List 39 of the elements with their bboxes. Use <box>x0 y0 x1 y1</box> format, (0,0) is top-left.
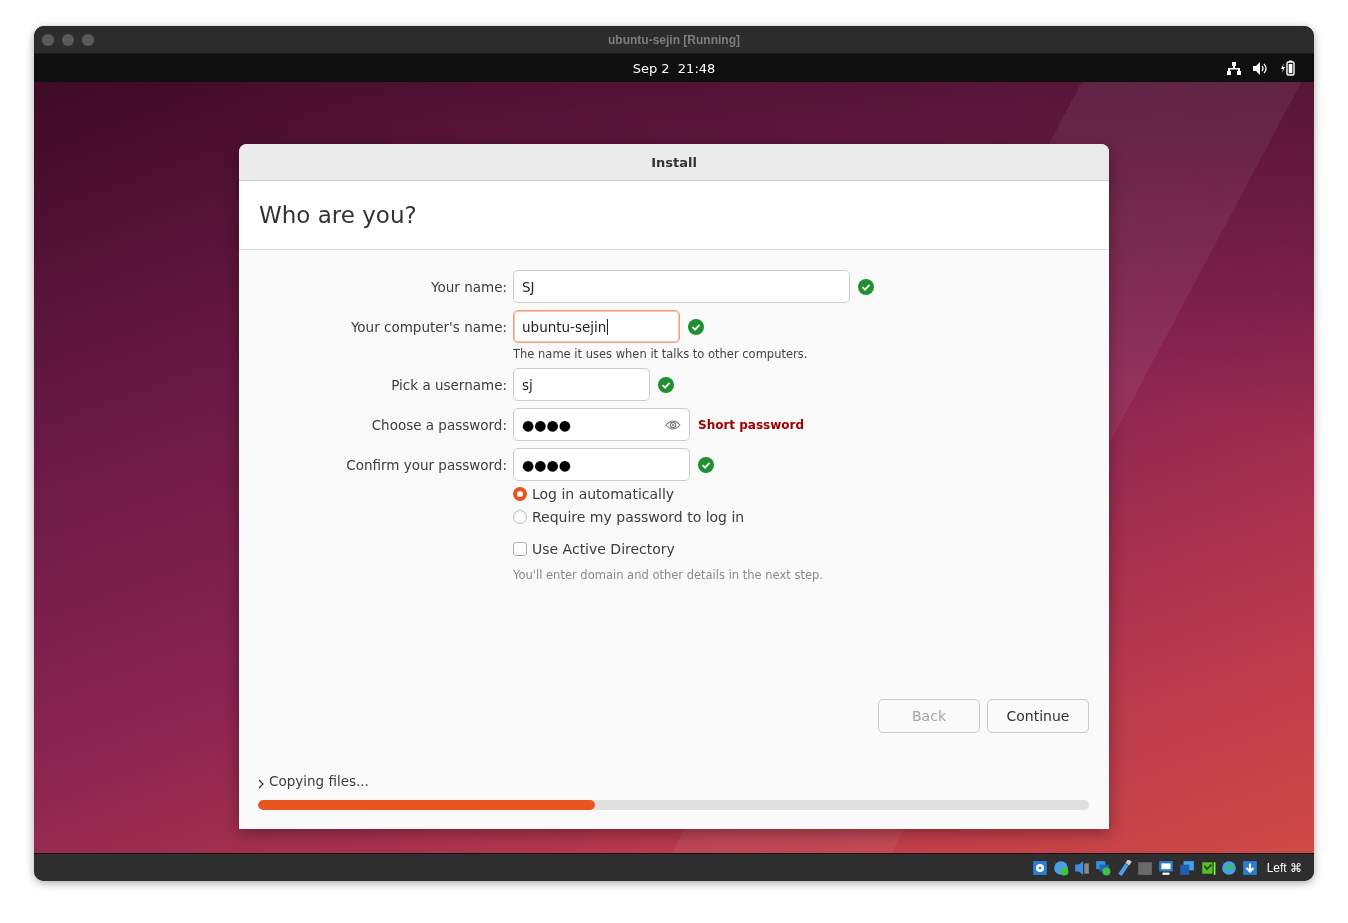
window-title: ubuntu-sejin [Running] <box>608 32 740 47</box>
window-stack-icon[interactable] <box>1178 859 1195 876</box>
field-label: Confirm your password: <box>346 456 507 473</box>
radio-button[interactable] <box>513 510 527 524</box>
field-label: Choose a password: <box>371 416 507 433</box>
chevron-icon[interactable] <box>258 779 265 789</box>
radio-label[interactable]: Require my password to log in <box>532 509 745 525</box>
input-field[interactable]: ●●●● <box>513 448 690 481</box>
input-field[interactable]: ubuntu-sejin <box>513 310 680 343</box>
continue-button[interactable]: Continue <box>987 699 1089 733</box>
network-adapter-icon[interactable] <box>1094 859 1111 876</box>
radio-label[interactable]: Log in automatically <box>532 486 675 502</box>
checkbox-label[interactable]: Use Active Directory <box>532 541 675 557</box>
speaker-icon[interactable] <box>1253 61 1268 75</box>
field-hint: The name it uses when it talks to other computers. <box>513 347 809 361</box>
field-label: Pick a username: <box>391 376 507 393</box>
field-label: Your name: <box>431 278 507 295</box>
globe-arrows-icon[interactable] <box>1220 859 1237 876</box>
optical-disc-icon[interactable] <box>1052 859 1069 876</box>
error-message: Short password <box>698 417 805 432</box>
progress-label: Copying files... <box>269 773 369 789</box>
eye-icon[interactable] <box>665 418 681 431</box>
password-field[interactable]: ●●●● <box>513 408 690 441</box>
cpu-chip-icon[interactable] <box>1199 859 1216 876</box>
input-field[interactable]: sj <box>513 368 650 401</box>
usb-stick-icon[interactable] <box>1115 859 1132 876</box>
battery-icon[interactable] <box>1280 60 1296 76</box>
page-heading: Who are you? <box>259 202 417 228</box>
clock[interactable]: Sep 2 21:48 <box>632 60 716 76</box>
input-field[interactable]: SJ <box>513 270 850 303</box>
display-icon[interactable] <box>1157 859 1174 876</box>
audio-icon[interactable] <box>1073 859 1090 876</box>
checkbox[interactable] <box>513 542 527 556</box>
network-icon[interactable] <box>1227 61 1241 75</box>
dialog-title: Install <box>651 154 697 170</box>
host-key-label: Left ⌘ <box>1266 860 1302 875</box>
field-label: Your computer's name: <box>350 318 507 335</box>
checkbox-hint: You'll enter domain and other details in the next step. <box>513 568 824 582</box>
radio-button[interactable] <box>513 487 527 501</box>
